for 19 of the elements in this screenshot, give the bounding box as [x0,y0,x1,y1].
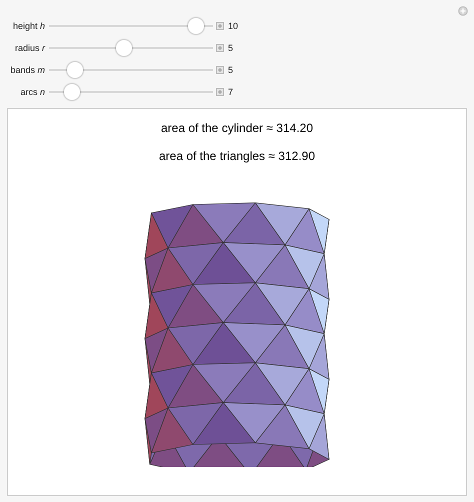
slider-thumb[interactable] [116,40,132,56]
slider-label: arcs n [19,87,45,97]
slider-label: radius r [14,43,45,53]
plus-circle-icon[interactable] [458,6,468,16]
slider-value: 5 [228,43,234,53]
slider-value: 5 [228,65,234,75]
plus-icon[interactable] [216,88,224,96]
plus-icon[interactable] [216,22,224,30]
plus-icon[interactable] [216,66,224,74]
area-readout: area of the cylinder ≈ 314.20 [160,120,313,137]
slider-value: 7 [228,87,234,97]
area-readout: area of the triangles ≈ 312.90 [158,148,316,165]
slider-label: height h [12,21,45,31]
slider-label: bands m [9,65,45,75]
slider-thumb[interactable] [66,62,83,78]
slider-value: 10 [228,21,238,31]
plus-icon[interactable] [216,44,224,52]
slider-thumb[interactable] [188,18,204,34]
slider-thumb[interactable] [64,84,80,100]
